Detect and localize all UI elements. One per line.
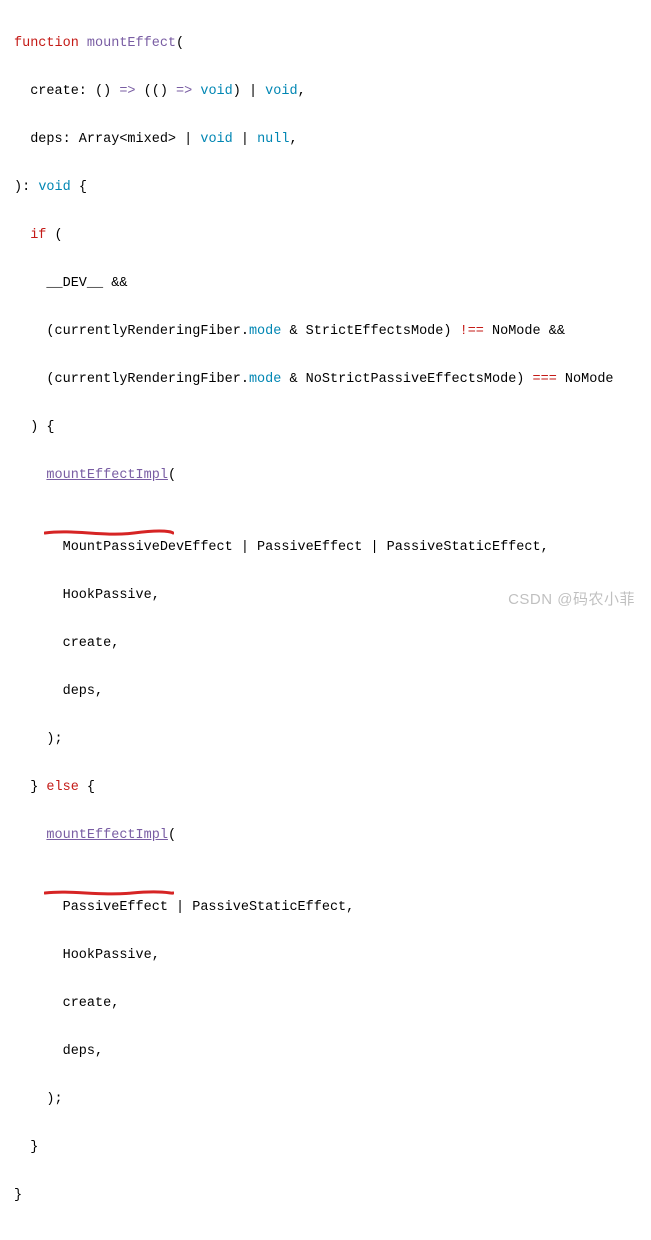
text: & NoStrictPassiveEffectsMode)	[281, 372, 532, 387]
text: create,	[14, 636, 119, 651]
text: deps: Array<mixed> |	[14, 132, 200, 147]
text: );	[14, 732, 63, 747]
code-line: __DEV__ &&	[14, 272, 637, 296]
code-line: create,	[14, 632, 637, 656]
code-line: HookPassive,	[14, 944, 637, 968]
text: );	[14, 1092, 63, 1107]
text: deps,	[14, 1044, 103, 1059]
text: NoMode	[557, 372, 614, 387]
code-line: (currentlyRenderingFiber.mode & StrictEf…	[14, 320, 637, 344]
type-void: void	[200, 132, 232, 147]
watermark-text: CSDN @码农小菲	[508, 588, 635, 612]
code-line: ) {	[14, 416, 637, 440]
text: (currentlyRenderingFiber.	[14, 324, 249, 339]
text: }	[14, 780, 46, 795]
text: PassiveEffect | PassiveStaticEffect,	[14, 900, 354, 915]
text: HookPassive,	[14, 588, 160, 603]
arrow: =>	[119, 84, 135, 99]
operator: !==	[460, 324, 484, 339]
text: ) |	[233, 84, 265, 99]
text: |	[233, 132, 257, 147]
code-line: PassiveEffect | PassiveStaticEffect,	[14, 896, 637, 920]
code-line: ): void {	[14, 176, 637, 200]
call-mountEffectImpl: mountEffectImpl	[46, 468, 168, 483]
type-null: null	[257, 132, 289, 147]
code-line: deps: Array<mixed> | void | null,	[14, 128, 637, 152]
code-line: } else {	[14, 776, 637, 800]
text: & StrictEffectsMode)	[281, 324, 459, 339]
code-line: function mountEffect(	[14, 32, 637, 56]
keyword-else: else	[46, 780, 78, 795]
text: ,	[298, 84, 306, 99]
text: (()	[136, 84, 177, 99]
code-line: mountEffectImpl(	[14, 464, 637, 512]
code-line: create: () => (() => void) | void,	[14, 80, 637, 104]
text: NoMode &&	[484, 324, 565, 339]
type-void: void	[38, 180, 70, 195]
text: create,	[14, 996, 119, 1011]
keyword-if: if	[14, 228, 46, 243]
text: }	[14, 1188, 22, 1203]
text: create: ()	[14, 84, 119, 99]
text: (	[168, 468, 176, 483]
text: (currentlyRenderingFiber.	[14, 372, 249, 387]
code-line: MountPassiveDevEffect | PassiveEffect | …	[14, 536, 637, 560]
keyword-function: function	[14, 36, 79, 51]
code-line: deps,	[14, 1040, 637, 1064]
text: deps,	[14, 684, 103, 699]
text	[14, 828, 46, 843]
prop-mode: mode	[249, 372, 281, 387]
code-line: create,	[14, 992, 637, 1016]
text: (	[176, 36, 184, 51]
code-line: (currentlyRenderingFiber.mode & NoStrict…	[14, 368, 637, 392]
code-line: mountEffectImpl(	[14, 824, 637, 872]
operator: ===	[533, 372, 557, 387]
text: }	[14, 1140, 38, 1155]
code-line: );	[14, 1088, 637, 1112]
text: HookPassive,	[14, 948, 160, 963]
code-line: deps,	[14, 680, 637, 704]
arrow: =>	[176, 84, 192, 99]
text: {	[79, 780, 95, 795]
text: (	[168, 828, 176, 843]
text: ) {	[14, 420, 55, 435]
type-void: void	[200, 84, 232, 99]
type-void: void	[265, 84, 297, 99]
text: ):	[14, 180, 38, 195]
text: __DEV__ &&	[14, 276, 127, 291]
text: {	[71, 180, 87, 195]
text: ,	[289, 132, 297, 147]
code-line: }	[14, 1184, 637, 1208]
text: (	[46, 228, 62, 243]
code-block: function mountEffect( create: () => (() …	[14, 8, 637, 1232]
text: MountPassiveDevEffect | PassiveEffect | …	[14, 540, 549, 555]
code-line: if (	[14, 224, 637, 248]
text	[14, 468, 46, 483]
function-name: mountEffect	[87, 36, 176, 51]
call-mountEffectImpl: mountEffectImpl	[46, 828, 168, 843]
code-line: );	[14, 728, 637, 752]
code-line: }	[14, 1136, 637, 1160]
prop-mode: mode	[249, 324, 281, 339]
